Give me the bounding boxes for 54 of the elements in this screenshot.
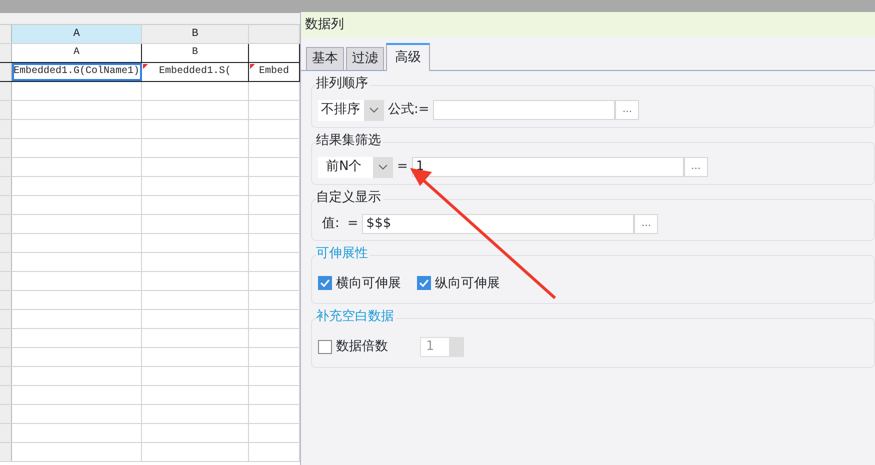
row-header — [0, 291, 12, 309]
dropdown[interactable]: 不排序 — [318, 100, 384, 120]
field-label: 公式:= — [388, 101, 430, 120]
table-cell[interactable]: B — [142, 44, 249, 62]
dialog-title: 数据列 — [301, 12, 875, 37]
row-header — [0, 310, 12, 328]
field-label: 值: — [322, 214, 340, 233]
column-header[interactable]: B — [142, 25, 249, 43]
checkbox[interactable] — [318, 276, 332, 290]
table-cell[interactable]: A — [12, 44, 142, 62]
row-header — [0, 253, 12, 271]
row-header — [0, 424, 12, 442]
row-header — [0, 196, 12, 214]
row-header — [0, 367, 12, 385]
row-header — [0, 101, 12, 119]
tab[interactable]: 过滤 — [346, 47, 384, 70]
row-header — [0, 177, 12, 195]
dropdown-caret-icon[interactable] — [364, 100, 384, 120]
checkbox-label: 横向可伸展 — [336, 274, 401, 292]
table-cell[interactable]: Embedded1.S( — [142, 63, 249, 81]
browse-button[interactable]: ... — [684, 157, 708, 177]
row-header — [0, 234, 12, 252]
checkbox[interactable] — [417, 276, 431, 290]
row-header — [0, 405, 12, 423]
checkbox-label: 数据倍数 — [336, 338, 388, 356]
input-field[interactable]: 1 — [412, 157, 684, 177]
equals-sign: = — [347, 214, 358, 233]
checkbox-label: 纵向可伸展 — [435, 274, 500, 292]
browse-button[interactable]: ... — [634, 214, 658, 234]
row-header — [0, 82, 12, 100]
tab[interactable]: 基本 — [306, 47, 344, 70]
row-header — [0, 44, 12, 62]
row-header — [0, 158, 12, 176]
flag-marker — [143, 64, 148, 69]
row-header — [0, 386, 12, 404]
column-header[interactable]: A — [12, 25, 142, 43]
dropdown[interactable]: 前N个 — [318, 156, 393, 178]
dropdown-caret-icon[interactable] — [373, 156, 393, 178]
table-cell[interactable]: Embedded1.G(ColName1) — [12, 63, 142, 81]
row-header — [0, 139, 12, 157]
flag-marker — [250, 64, 255, 69]
row-header — [0, 443, 12, 461]
row-header — [0, 63, 12, 81]
tab[interactable]: 高级 — [386, 43, 430, 70]
row-header — [0, 215, 12, 233]
input-field[interactable] — [433, 100, 616, 120]
checkbox[interactable] — [318, 340, 332, 354]
row-header — [0, 272, 12, 290]
row-header — [0, 120, 12, 138]
field-label: = — [397, 158, 408, 176]
row-header — [0, 329, 12, 347]
input-field[interactable]: $$$ — [362, 214, 634, 234]
browse-button[interactable]: ... — [615, 100, 640, 120]
row-header — [0, 348, 12, 366]
